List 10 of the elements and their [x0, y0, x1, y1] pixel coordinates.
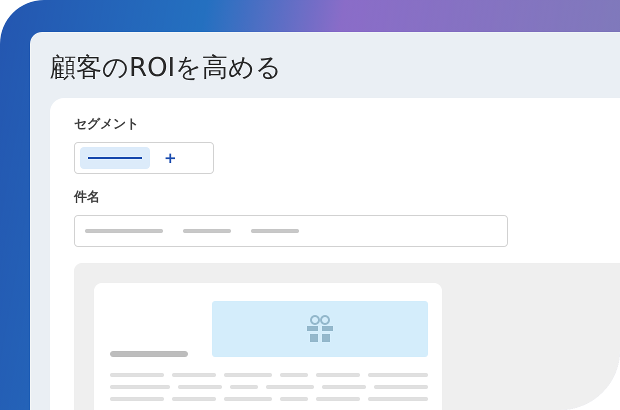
segment-label: セグメント	[74, 116, 139, 134]
add-segment-button[interactable]: +	[160, 149, 181, 167]
placeholder-bar	[183, 229, 231, 233]
gift-icon	[306, 314, 334, 344]
subject-label: 件名	[74, 189, 100, 207]
segment-chip[interactable]	[80, 147, 150, 169]
segment-field[interactable]: +	[74, 142, 214, 174]
page-title: 顧客のROIを高める	[50, 52, 284, 85]
subject-input-field[interactable]	[74, 215, 508, 247]
placeholder-bar	[251, 229, 299, 233]
